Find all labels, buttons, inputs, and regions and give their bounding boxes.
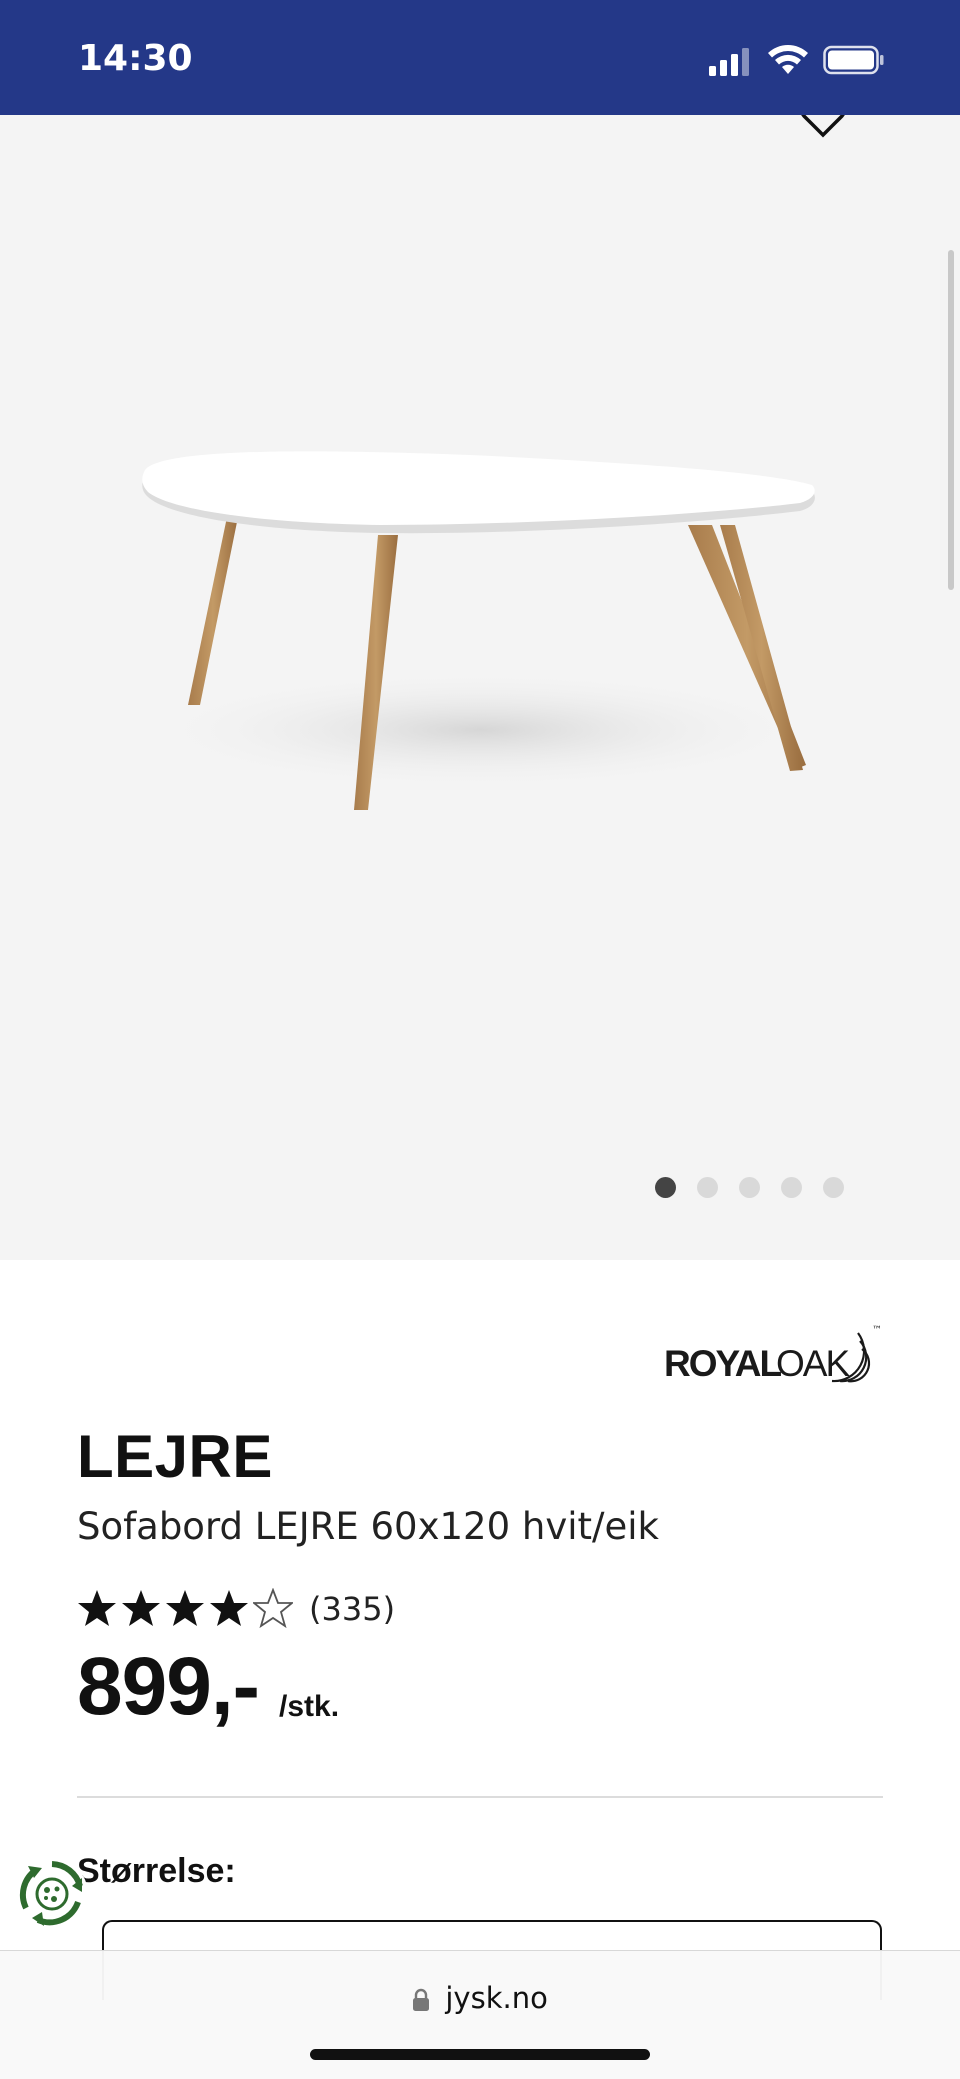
rating[interactable]: (335) bbox=[77, 1588, 397, 1632]
brand-logo-tm: ™ bbox=[872, 1325, 882, 1336]
wifi-icon bbox=[768, 45, 808, 74]
scrollbar-thumb[interactable] bbox=[948, 250, 954, 590]
carousel-dot[interactable] bbox=[823, 1177, 844, 1198]
price: 899,- bbox=[77, 1641, 260, 1732]
star-outline-icon bbox=[253, 1588, 293, 1628]
carousel-dot[interactable] bbox=[697, 1177, 718, 1198]
product-description: Sofabord LEJRE 60x120 hvit/eik bbox=[77, 1505, 659, 1548]
carousel-dot[interactable] bbox=[739, 1177, 760, 1198]
status-bar: 14:30 bbox=[0, 0, 960, 115]
browser-bottom-bar: jysk.no bbox=[0, 1950, 960, 2079]
star-filled-icon bbox=[166, 1590, 204, 1626]
status-time: 14:30 bbox=[78, 38, 193, 79]
brand-logo[interactable]: ROYAL OAK ™ bbox=[664, 1325, 884, 1385]
star-filled-icon bbox=[78, 1590, 116, 1626]
carousel-dot[interactable] bbox=[655, 1177, 676, 1198]
brand-logo-royal: ROYAL bbox=[664, 1343, 782, 1384]
recycle-icon bbox=[18, 1860, 86, 1928]
home-indicator[interactable] bbox=[310, 2049, 650, 2060]
divider bbox=[77, 1796, 883, 1798]
url-text: jysk.no bbox=[445, 1981, 548, 2015]
status-icons bbox=[709, 40, 914, 80]
product-image[interactable] bbox=[0, 115, 960, 1115]
eco-badge[interactable] bbox=[16, 1858, 88, 1930]
price-unit: /stk. bbox=[279, 1690, 340, 1723]
size-label: Størrelse: bbox=[77, 1852, 236, 1890]
star-filled-icon bbox=[122, 1590, 160, 1626]
carousel-dot[interactable] bbox=[781, 1177, 802, 1198]
cellular-signal-icon bbox=[709, 48, 749, 76]
lock-icon bbox=[413, 1988, 430, 2011]
battery-icon bbox=[823, 45, 884, 75]
address-bar[interactable]: jysk.no bbox=[0, 1981, 960, 2015]
star-filled-icon bbox=[210, 1590, 248, 1626]
heart-outline-icon[interactable] bbox=[800, 115, 846, 139]
review-count[interactable]: (335) bbox=[309, 1590, 395, 1628]
product-name: LEJRE bbox=[77, 1423, 273, 1490]
product-gallery[interactable] bbox=[0, 115, 960, 1260]
